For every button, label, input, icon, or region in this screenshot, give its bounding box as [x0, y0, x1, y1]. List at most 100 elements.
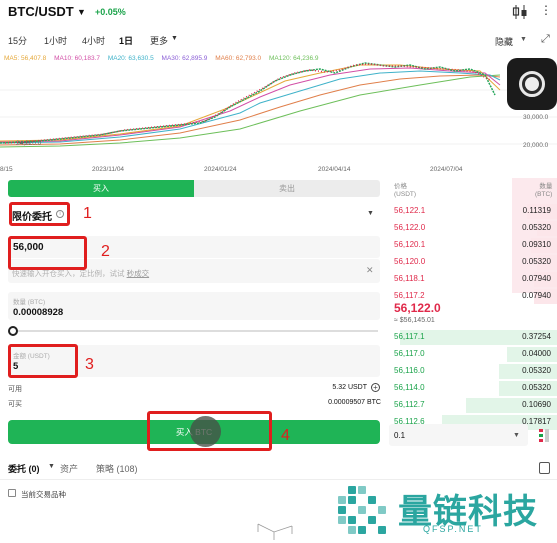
candlestick-icon[interactable]: [510, 4, 530, 20]
y-label-20000: 20,000.0: [523, 142, 549, 149]
depth-caret-icon: ▼: [513, 432, 520, 439]
bid-price: 56,116.0: [394, 366, 425, 375]
bid-row[interactable]: 56,114.0 0.05320: [386, 380, 557, 397]
quantity-input[interactable]: [8, 292, 380, 320]
ask-price: 56,118.1: [394, 274, 425, 283]
depth-select[interactable]: [389, 424, 528, 446]
tab-1d[interactable]: 1日: [119, 34, 133, 47]
x-label-3: 2024/04/14: [318, 166, 351, 173]
bid-price: 56,117.1: [394, 332, 425, 341]
ask-price: 56,120.1: [394, 240, 426, 249]
ma10-line: [0, 67, 501, 143]
order-type-caret-icon[interactable]: ▼: [367, 210, 374, 217]
expand-icon[interactable]: ⤢: [541, 33, 550, 46]
buyable-value: 0.00009507 BTC: [328, 399, 381, 406]
ma5-line: [0, 64, 501, 142]
ask-price: 56,122.1: [394, 206, 426, 215]
tab-strategies[interactable]: 策略 (108): [96, 462, 138, 475]
floating-record-button[interactable]: [507, 58, 557, 110]
quick-hint-main: 快速输入开仓买入，定比例，试试: [12, 269, 125, 278]
bottom-sketch-icon: [257, 523, 293, 540]
x-label-2: 2024/01/24: [204, 166, 237, 173]
bid-row[interactable]: 56,117.0 0.04000: [386, 346, 557, 363]
ob-price-header-label: 价格: [394, 183, 407, 190]
hide-button[interactable]: 隐藏: [495, 35, 513, 48]
ask-qty: 0.09310: [522, 240, 551, 249]
ask-row[interactable]: 56,120.0 0.05320: [386, 254, 557, 271]
ob-qty-header-unit: (BTC): [535, 191, 553, 198]
bid-row[interactable]: 56,117.1 0.37254: [386, 329, 557, 346]
percent-slider-knob[interactable]: [8, 326, 18, 336]
watermark-logo-icon: [338, 486, 386, 534]
annotation-box-4: [147, 411, 272, 451]
percent-slider-track[interactable]: [14, 330, 378, 332]
available-label: 可用: [8, 386, 22, 393]
pair-dropdown-icon[interactable]: ▼: [77, 7, 86, 17]
quick-hint-link[interactable]: 秒成交: [127, 269, 150, 278]
more-options-icon[interactable]: ⋮: [540, 3, 552, 17]
ask-row[interactable]: 56,122.1 0.11319: [386, 203, 557, 220]
price-change: +0.05%: [95, 7, 126, 17]
bid-row[interactable]: 56,112.7 0.10690: [386, 397, 557, 414]
depth-value: 0.1: [394, 431, 406, 440]
bid-price: 56,117.0: [394, 349, 425, 358]
ask-qty: 0.05320: [522, 257, 551, 266]
last-price-usd: ≈ $56,145.01: [394, 317, 435, 324]
watermark-subtitle: QFSP.NET: [423, 524, 483, 534]
ask-qty: 0.11319: [522, 206, 551, 215]
order-history-icon[interactable]: [539, 462, 550, 474]
y-label-30000: 30,000.0: [523, 114, 549, 121]
annotation-number-3: 3: [85, 356, 94, 373]
bid-row[interactable]: 56,116.0 0.05320: [386, 363, 557, 380]
buyable-label: 可买: [8, 401, 22, 408]
ma120-line: [0, 74, 501, 148]
tab-1h[interactable]: 1小时: [44, 34, 67, 47]
quantity-value[interactable]: 0.00008928: [13, 307, 63, 318]
tab-orders[interactable]: 委托 (0): [8, 462, 40, 475]
x-label-4: 2024/07/04: [430, 166, 463, 173]
ask-row[interactable]: 56,122.0 0.05320: [386, 220, 557, 237]
bottom-divider: [0, 479, 557, 480]
tab-sell[interactable]: 卖出: [194, 180, 380, 197]
tab-assets[interactable]: 资产: [60, 462, 78, 475]
ask-price: 56,117.2: [394, 291, 425, 300]
annotation-box-3: [8, 344, 78, 378]
current-pair-checkbox[interactable]: [8, 489, 16, 497]
current-pair-label: 当前交易品种: [21, 490, 66, 499]
bid-qty: 0.37254: [522, 332, 551, 341]
bid-qty: 0.05320: [522, 366, 551, 375]
low-price-marker: 24,220.0: [16, 140, 42, 147]
price-chart[interactable]: [0, 55, 557, 165]
annotation-number-4: 4: [281, 427, 290, 444]
tab-buy[interactable]: 买入: [8, 180, 202, 197]
tab-4h[interactable]: 4小时: [82, 34, 105, 47]
ask-row[interactable]: 56,120.1 0.09310: [386, 237, 557, 254]
annotation-box-1: [9, 202, 70, 226]
orders-caret-icon: ▼: [48, 463, 55, 470]
available-value: 5.32 USDT: [332, 384, 367, 391]
bid-qty: 0.10690: [522, 400, 551, 409]
ask-qty: 0.05320: [522, 223, 551, 232]
ob-qty-header-label: 数量: [539, 183, 553, 190]
tab-15m[interactable]: 15分: [8, 34, 27, 47]
ob-qty-header: 数量 (BTC): [535, 183, 552, 199]
quantity-label: 数量 (BTC): [13, 299, 46, 306]
annotation-box-2: [8, 236, 87, 270]
ask-row[interactable]: 56,118.1 0.07940: [386, 271, 557, 288]
orderbook-view-icon[interactable]: [539, 429, 549, 443]
close-icon[interactable]: ✕: [366, 265, 374, 276]
x-label-1: 2023/11/04: [92, 166, 125, 173]
add-funds-icon[interactable]: +: [371, 383, 380, 392]
ob-price-header: 价格 (USDT): [394, 183, 416, 199]
bid-qty: 0.04000: [522, 349, 551, 358]
ask-qty: 0.07940: [522, 291, 551, 300]
bid-qty: 0.05320: [522, 383, 551, 392]
pair-title[interactable]: BTC/USDT: [8, 4, 74, 19]
tab-more[interactable]: 更多: [150, 34, 168, 47]
record-dot-icon: [525, 77, 539, 91]
ask-price: 56,122.0: [394, 223, 426, 232]
annotation-number-1: 1: [83, 205, 92, 222]
hide-caret-icon: ▼: [520, 36, 527, 43]
ma20-line: [0, 70, 501, 144]
ask-price: 56,120.0: [394, 257, 426, 266]
